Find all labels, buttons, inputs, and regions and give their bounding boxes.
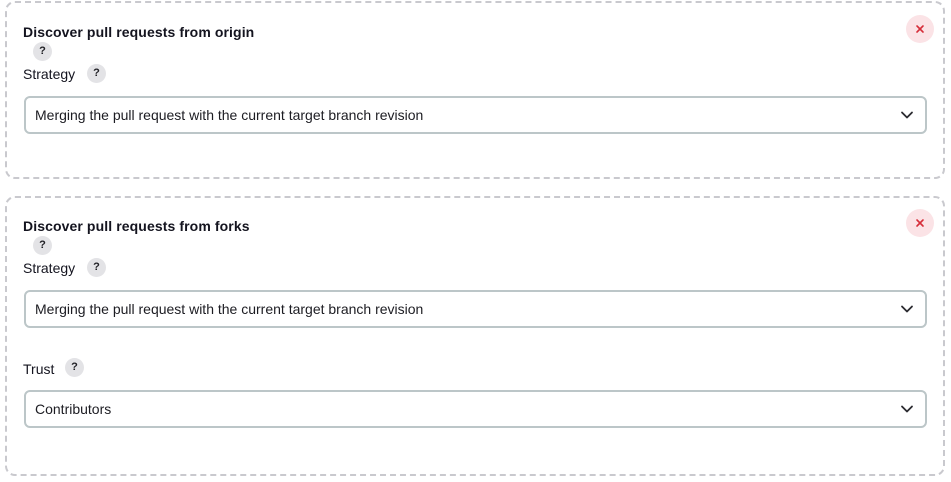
strategy-select-value: Merging the pull request with the curren… (35, 107, 424, 123)
remove-section-button[interactable] (906, 209, 934, 237)
strategy-help-button[interactable]: ? (87, 258, 106, 277)
help-button[interactable]: ? (33, 42, 52, 61)
strategy-label: Strategy (23, 260, 76, 276)
close-x-icon (916, 219, 924, 227)
section-title: Discover pull requests from forks (23, 218, 250, 234)
discover-forks-section: Discover pull requests from forks ? Stra… (5, 196, 945, 476)
trust-select-value: Contributors (35, 401, 112, 417)
help-button[interactable]: ? (33, 236, 52, 255)
strategy-select[interactable]: Merging the pull request with the curren… (24, 290, 927, 328)
trust-label: Trust (23, 361, 55, 377)
chevron-down-icon (901, 111, 913, 119)
strategy-help-button[interactable]: ? (87, 64, 106, 83)
chevron-down-icon (901, 405, 913, 413)
trust-select[interactable]: Contributors (24, 390, 927, 428)
trust-help-button[interactable]: ? (65, 358, 84, 377)
discover-origin-section: Discover pull requests from origin ? Str… (5, 1, 945, 179)
strategy-label: Strategy (23, 66, 76, 82)
close-x-icon (916, 25, 924, 33)
chevron-down-icon (901, 305, 913, 313)
remove-section-button[interactable] (906, 15, 934, 43)
strategy-select-value: Merging the pull request with the curren… (35, 301, 424, 317)
strategy-select[interactable]: Merging the pull request with the curren… (24, 96, 927, 134)
section-title: Discover pull requests from origin (23, 24, 255, 40)
